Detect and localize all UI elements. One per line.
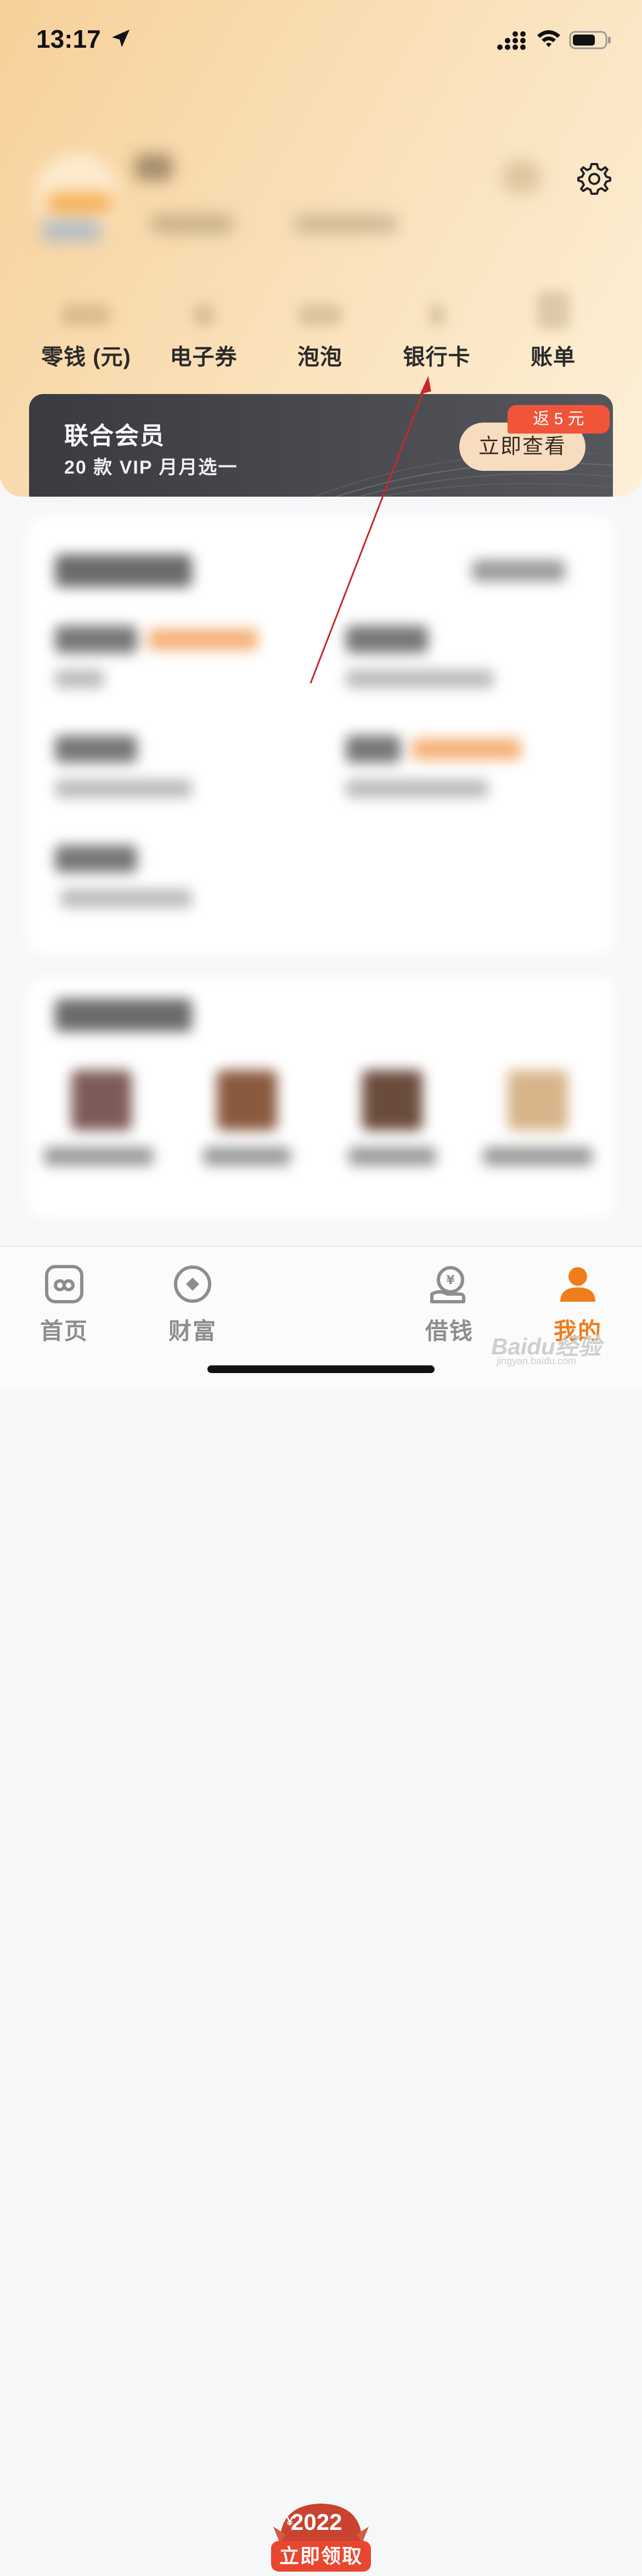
tab-home[interactable]: 首页 [0, 1247, 128, 1357]
blurred-text [203, 1147, 291, 1166]
blurred-text [472, 560, 565, 582]
promo-2022-claim-button[interactable]: ¥ 2022 立即领取 [269, 2499, 373, 2576]
promo-year: 2022 [291, 2509, 342, 2535]
stat-label-bills: 账单 [531, 345, 576, 369]
location-arrow-icon [112, 30, 129, 47]
wifi-icon [537, 30, 560, 47]
borrow-money-icon: ¥ [430, 1266, 465, 1303]
blurred-text [55, 999, 192, 1032]
cashback-badge: 返 5 元 [508, 405, 610, 434]
stat-label-balance: 零钱 (元) [41, 345, 131, 369]
stat-coupons[interactable]: 电子券 [149, 285, 258, 369]
stat-bubbles[interactable]: 泡泡 [265, 285, 375, 369]
svg-text:¥: ¥ [446, 1274, 455, 1287]
stat-value-blurred [193, 304, 215, 326]
stat-value-blurred [537, 291, 570, 329]
blurred-text [55, 779, 192, 798]
wealth-icon [174, 1265, 211, 1303]
stat-value-blurred [298, 304, 342, 326]
settings-gear-icon[interactable] [576, 161, 612, 197]
blurred-text [60, 889, 192, 908]
account-stats-row: 零钱 (元) 电子券 泡泡 银行卡 账单 [0, 285, 642, 369]
cellular-signal-icon [497, 31, 526, 50]
tab-label-wealth: 财富 [168, 1318, 217, 1344]
baidu-watermark-url: jingyan.baidu.com [497, 1356, 577, 1366]
blurred-text [148, 628, 258, 650]
blurred-text [348, 1147, 436, 1166]
vip-subtitle: 20 款 VIP 月月选一 [64, 457, 238, 478]
tab-label-home: 首页 [40, 1318, 88, 1344]
blurred-thumbnail [217, 1070, 277, 1130]
blurred-text [412, 738, 521, 760]
claim-now-button[interactable]: 立即领取 [271, 2541, 371, 2572]
tab-wealth[interactable]: 财富 [128, 1247, 257, 1357]
home-indicator [207, 1365, 435, 1373]
vip-title: 联合会员 [64, 423, 165, 449]
blurred-text [55, 670, 104, 688]
blurred-text [346, 735, 401, 763]
blurred-thumbnail [71, 1070, 132, 1130]
blurred-text [483, 1147, 593, 1166]
stat-bank-cards[interactable]: 银行卡 [382, 285, 492, 369]
home-icon [45, 1265, 83, 1303]
battery-icon [569, 31, 611, 49]
user-profile-icon [560, 1267, 595, 1302]
status-bar: 13:17 [0, 0, 642, 82]
blurred-thumbnail [362, 1070, 423, 1130]
vip-membership-card[interactable]: 联合会员 20 款 VIP 月月选一 立即查看 返 5 元 [29, 394, 613, 497]
blurred-thumbnail [508, 1070, 568, 1130]
blurred-text [55, 845, 137, 873]
status-time: 13:17 [36, 25, 101, 53]
stat-bills[interactable]: 账单 [498, 285, 608, 369]
profile-info-blurred [36, 154, 540, 241]
blurred-text [346, 779, 488, 798]
stat-value-blurred [429, 304, 445, 326]
blurred-text [44, 1147, 154, 1166]
blurred-text [55, 626, 137, 653]
stat-value-blurred [61, 304, 111, 326]
content-blurred [0, 505, 642, 1218]
blurred-text [55, 735, 137, 763]
blurred-text [55, 554, 192, 587]
stat-balance[interactable]: 零钱 (元) [31, 285, 141, 369]
stat-label-bank-cards: 银行卡 [403, 345, 471, 369]
blurred-text [346, 626, 428, 653]
stat-label-coupons: 电子券 [170, 345, 238, 369]
blurred-text [346, 670, 494, 688]
stat-label-bubbles: 泡泡 [297, 345, 342, 369]
